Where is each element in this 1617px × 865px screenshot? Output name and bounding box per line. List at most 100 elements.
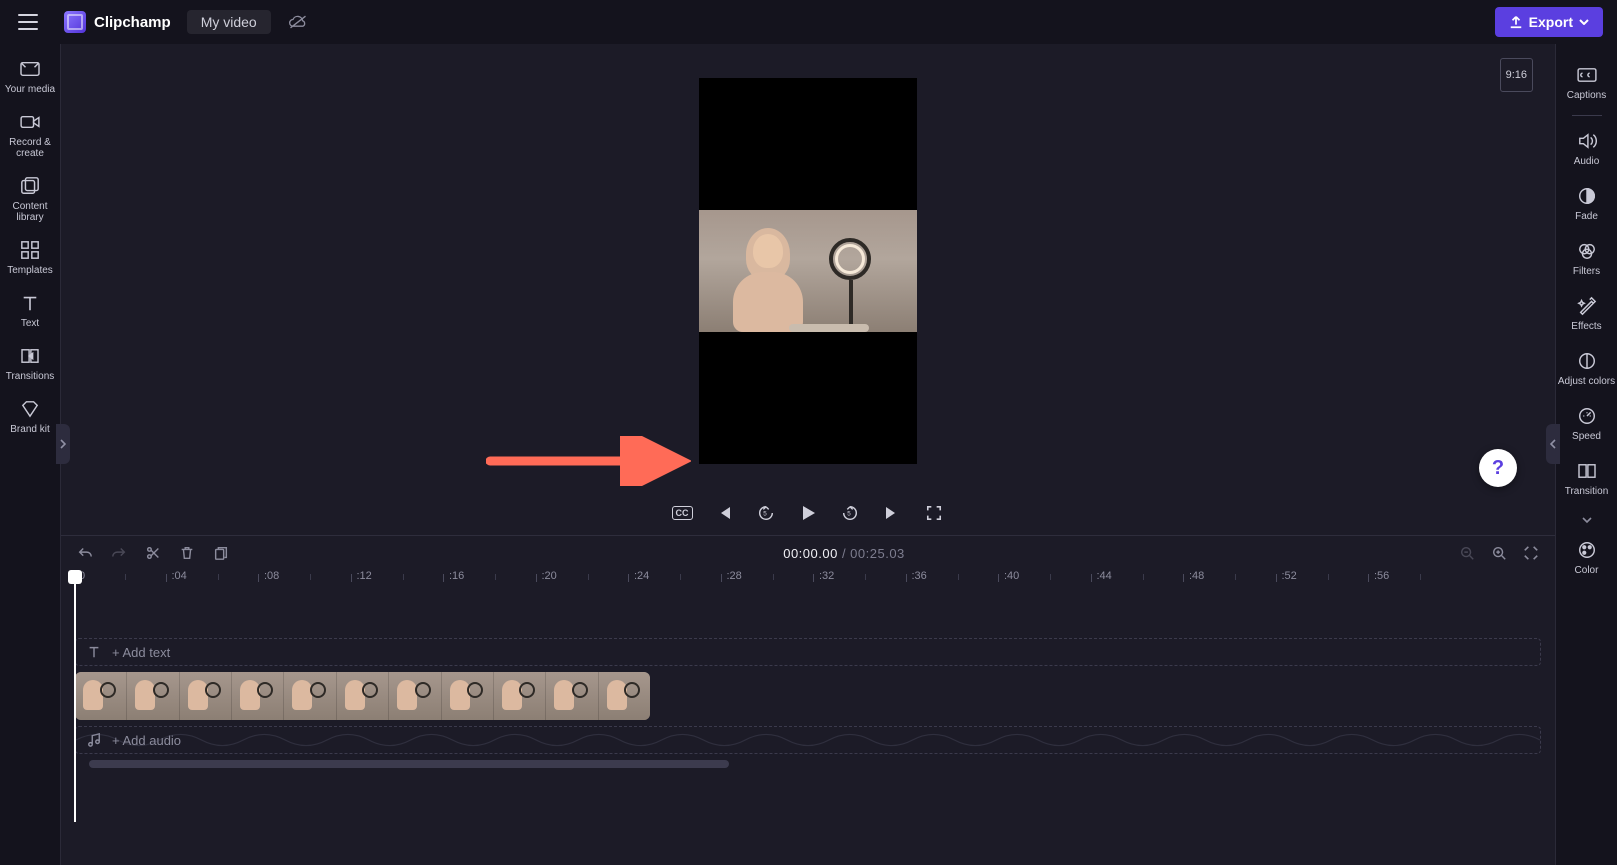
app-header: Clipchamp My video Export — [0, 0, 1617, 44]
sidebar-item-color[interactable]: Color — [1556, 531, 1617, 584]
split-button[interactable] — [143, 543, 163, 563]
svg-text:5: 5 — [763, 511, 767, 518]
filters-icon — [1576, 240, 1598, 262]
undo-button[interactable] — [75, 543, 95, 563]
menu-button[interactable] — [8, 2, 48, 42]
sidebar-item-transition[interactable]: Transition — [1556, 452, 1617, 505]
main-area: 9:16 ? CC 5 5 — [61, 44, 1555, 865]
zoom-fit-button[interactable] — [1521, 543, 1541, 563]
clip-thumbnail — [232, 672, 284, 720]
ruler-tick: :44 — [1097, 570, 1112, 582]
rewind-5-button[interactable]: 5 — [754, 501, 778, 525]
timeline-panel: 00:00.00 / 00:25.03 0:04:08:12:16:20:24:… — [61, 535, 1555, 865]
project-name-input[interactable]: My video — [187, 10, 271, 34]
adjust-icon — [1576, 350, 1598, 372]
library-icon — [19, 175, 41, 197]
chevron-left-icon — [1550, 439, 1556, 449]
text-icon — [86, 645, 102, 659]
timeline-ruler[interactable]: 0:04:08:12:16:20:24:28:32:36:40:44:48:52… — [75, 570, 1555, 598]
sidebar-item-fade[interactable]: Fade — [1556, 177, 1617, 230]
playhead-time: 00:00.00 / 00:25.03 — [245, 546, 1443, 561]
templates-icon — [19, 239, 41, 261]
forward-5-button[interactable]: 5 — [838, 501, 862, 525]
music-icon — [86, 733, 102, 747]
sidebar-item-transitions[interactable]: Transitions — [0, 339, 60, 388]
transitions-icon — [19, 345, 41, 367]
add-audio-label: + Add audio — [112, 733, 181, 748]
zoom-in-button[interactable] — [1489, 543, 1509, 563]
ruler-tick: :52 — [1282, 570, 1297, 582]
captions-icon — [1576, 64, 1598, 86]
clip-thumbnail — [180, 672, 232, 720]
export-button[interactable]: Export — [1495, 7, 1603, 37]
clip-thumbnail — [75, 672, 127, 720]
ruler-tick: :08 — [264, 570, 279, 582]
video-frame — [699, 210, 917, 332]
play-button[interactable] — [796, 501, 820, 525]
clip-thumbnail — [599, 672, 650, 720]
skip-next-button[interactable] — [880, 501, 904, 525]
ruler-tick: :48 — [1189, 570, 1204, 582]
sidebar-item-brand-kit[interactable]: Brand kit — [0, 392, 60, 441]
brand-kit-icon — [19, 398, 41, 420]
sidebar-item-audio[interactable]: Audio — [1556, 122, 1617, 175]
right-sidebar: Captions Audio Fade Filters Effects Adju… — [1555, 44, 1617, 865]
clipchamp-logo-icon — [64, 11, 86, 33]
skip-prev-button[interactable] — [712, 501, 736, 525]
delete-button[interactable] — [177, 543, 197, 563]
video-track — [75, 672, 1541, 720]
fade-icon — [1576, 185, 1598, 207]
duplicate-button[interactable] — [211, 543, 231, 563]
app-logo[interactable]: Clipchamp — [58, 11, 177, 33]
speaker-icon — [1576, 130, 1598, 152]
right-panel-expand-handle[interactable] — [1546, 424, 1560, 464]
effects-icon — [1576, 295, 1598, 317]
upload-icon — [1509, 15, 1523, 29]
text-icon — [19, 292, 41, 314]
sidebar-item-adjust-colors[interactable]: Adjust colors — [1556, 342, 1617, 395]
left-sidebar: Your media Record & create Content libra… — [0, 44, 61, 865]
player-controls: CC 5 5 — [61, 497, 1555, 535]
annotation-arrow-icon — [486, 436, 691, 486]
video-clip[interactable] — [75, 672, 650, 720]
timeline-scrollbar[interactable] — [89, 760, 1541, 770]
ruler-tick: :28 — [727, 570, 742, 582]
sidebar-item-text[interactable]: Text — [0, 286, 60, 335]
clip-thumbnail — [389, 672, 441, 720]
chevron-down-icon — [1579, 19, 1589, 25]
sidebar-item-record-create[interactable]: Record & create — [0, 105, 60, 165]
sidebar-item-captions[interactable]: Captions — [1556, 56, 1617, 109]
transition-icon — [1576, 460, 1598, 482]
export-label: Export — [1529, 14, 1573, 30]
ruler-tick: :40 — [1004, 570, 1019, 582]
redo-button[interactable] — [109, 543, 129, 563]
fullscreen-button[interactable] — [922, 501, 946, 525]
ruler-tick: :24 — [634, 570, 649, 582]
sidebar-item-filters[interactable]: Filters — [1556, 232, 1617, 285]
timeline-tracks: + Add text + Add audio — [61, 598, 1555, 770]
cloud-sync-off-icon[interactable] — [281, 5, 315, 39]
sidebar-item-speed[interactable]: Speed — [1556, 397, 1617, 450]
sidebar-item-templates[interactable]: Templates — [0, 233, 60, 282]
captions-toggle[interactable]: CC — [670, 501, 694, 525]
zoom-out-button[interactable] — [1457, 543, 1477, 563]
scrollbar-thumb[interactable] — [89, 760, 729, 768]
scroll-down-button[interactable] — [1556, 516, 1617, 524]
ruler-tick: :56 — [1374, 570, 1389, 582]
app-name: Clipchamp — [94, 14, 171, 31]
camera-icon — [19, 111, 41, 133]
add-audio-track[interactable]: + Add audio — [75, 726, 1541, 754]
sidebar-item-your-media[interactable]: Your media — [0, 52, 60, 101]
clip-thumbnail — [284, 672, 336, 720]
video-canvas[interactable] — [699, 78, 917, 464]
add-text-track[interactable]: + Add text — [75, 638, 1541, 666]
timeline-toolbar: 00:00.00 / 00:25.03 — [61, 536, 1555, 570]
sidebar-item-effects[interactable]: Effects — [1556, 287, 1617, 340]
help-button[interactable]: ? — [1479, 449, 1517, 487]
clip-thumbnail — [337, 672, 389, 720]
clip-thumbnail — [127, 672, 179, 720]
clip-thumbnail — [442, 672, 494, 720]
ruler-tick: :20 — [542, 570, 557, 582]
aspect-ratio-button[interactable]: 9:16 — [1500, 58, 1533, 92]
sidebar-item-content-library[interactable]: Content library — [0, 169, 60, 229]
